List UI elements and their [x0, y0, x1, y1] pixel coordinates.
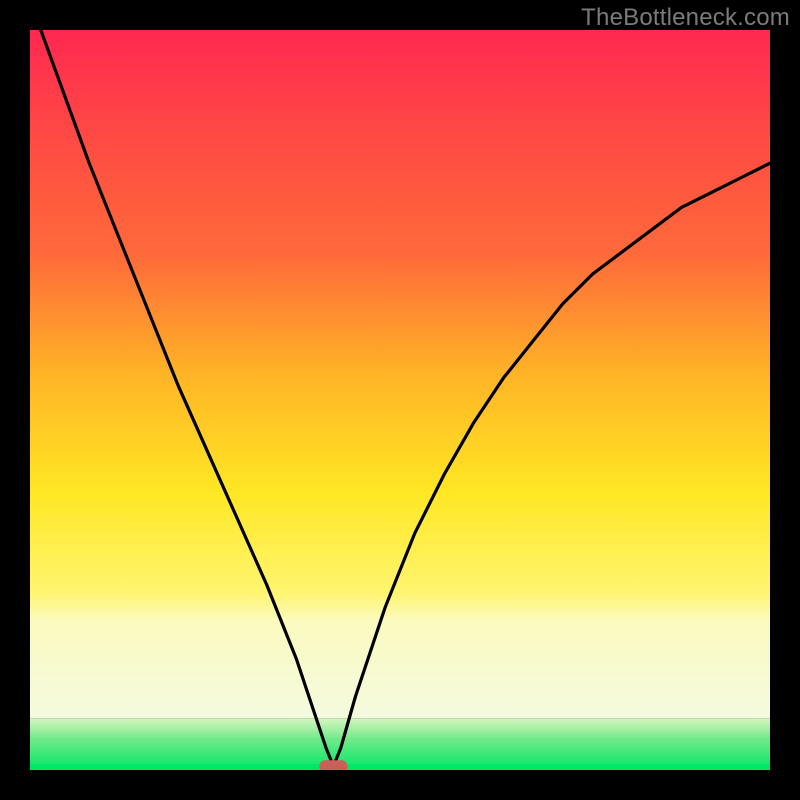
chart-frame: { "watermark": "TheBottleneck.com", "col…	[0, 0, 800, 800]
bottleneck-chart	[0, 0, 800, 800]
